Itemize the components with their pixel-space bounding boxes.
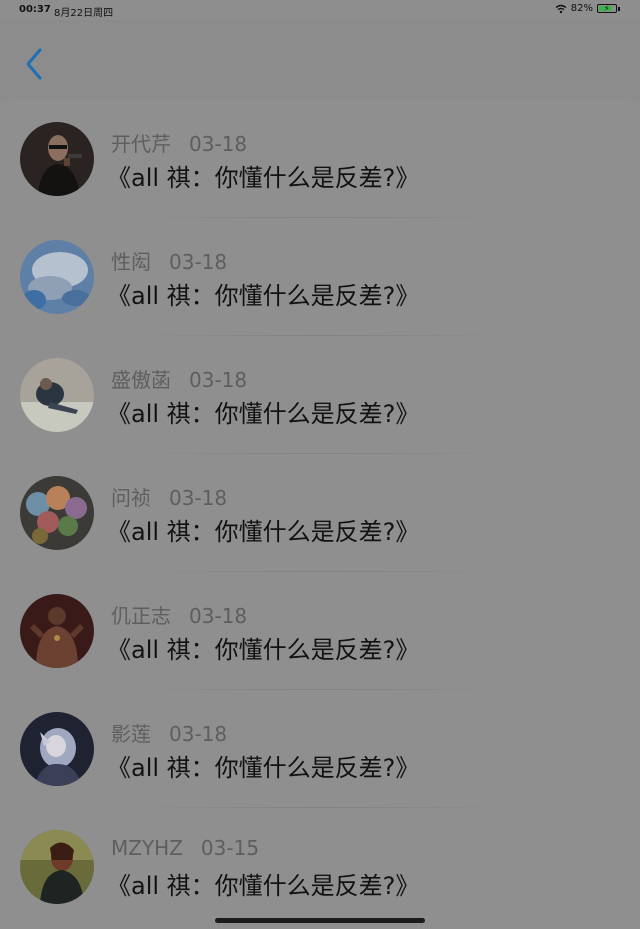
article-title[interactable]: 《all 祺：你懂什么是反差?》 (107, 394, 419, 429)
author-name: 性闳 (111, 250, 151, 274)
status-date: 8月22日周四 (54, 8, 114, 19)
avatar[interactable] (20, 358, 94, 432)
navigation-bar (0, 20, 640, 100)
article-title[interactable]: 《all 祺：你懂什么是反差?》 (107, 512, 419, 547)
avatar[interactable] (20, 830, 94, 904)
post-date: 03-15 (200, 836, 260, 860)
list-item[interactable]: 影莲 03-18 《all 祺：你懂什么是反差?》 (0, 690, 640, 808)
status-indicators: 82% ⚡ (555, 3, 620, 14)
post-date: 03-18 (189, 132, 248, 156)
author-name: 仉正志 (111, 604, 171, 628)
post-date: 03-18 (189, 604, 248, 628)
author-name: 开代芹 (111, 132, 171, 156)
list-item[interactable]: 性闳 03-18 《all 祺：你懂什么是反差?》 (0, 218, 640, 336)
avatar[interactable] (20, 476, 94, 550)
list-item[interactable]: 仉正志 03-18 《all 祺：你懂什么是反差?》 (0, 572, 640, 690)
post-date: 03-18 (189, 368, 248, 392)
post-date: 03-18 (169, 250, 228, 274)
avatar[interactable] (20, 594, 94, 668)
author-name: 影莲 (111, 722, 151, 746)
wifi-icon (555, 4, 567, 13)
article-list: 开代芹 03-18 《all 祺：你懂什么是反差?》 性闳 03-18 《all 祺… (0, 100, 640, 929)
article-title[interactable]: 《all 祺：你懂什么是反差?》 (107, 276, 419, 311)
article-title[interactable]: 《all 祺：你懂什么是反差?》 (107, 866, 419, 901)
list-item[interactable]: MZYHZ 03-15 《all 祺：你懂什么是反差?》 (0, 808, 640, 926)
avatar[interactable] (20, 712, 94, 786)
post-date: 03-18 (169, 486, 228, 510)
battery-percent: 82% (570, 3, 593, 14)
status-bar: 00:37 8月22日周四 82% ⚡ (0, 0, 640, 20)
author-name: 盛傲菡 (111, 368, 171, 392)
chevron-left-icon (26, 48, 42, 80)
article-title[interactable]: 《all 祺：你懂什么是反差?》 (107, 158, 419, 193)
avatar[interactable] (20, 240, 94, 314)
author-name: MZYHZ (111, 836, 183, 860)
article-title[interactable]: 《all 祺：你懂什么是反差?》 (107, 630, 419, 665)
list-item[interactable]: 问祯 03-18 《all 祺：你懂什么是反差?》 (0, 454, 640, 572)
battery-icon: ⚡ (597, 4, 617, 13)
list-item[interactable]: 开代芹 03-18 《all 祺：你懂什么是反差?》 (0, 100, 640, 218)
article-title[interactable]: 《all 祺：你懂什么是反差?》 (107, 748, 419, 783)
author-name: 问祯 (111, 486, 151, 510)
home-indicator[interactable] (215, 918, 425, 923)
avatar[interactable] (20, 122, 94, 196)
status-time: 00:37 (19, 4, 51, 15)
list-item[interactable]: 盛傲菡 03-18 《all 祺：你懂什么是反差?》 (0, 336, 640, 454)
post-date: 03-18 (169, 722, 228, 746)
back-button[interactable] (20, 46, 50, 82)
